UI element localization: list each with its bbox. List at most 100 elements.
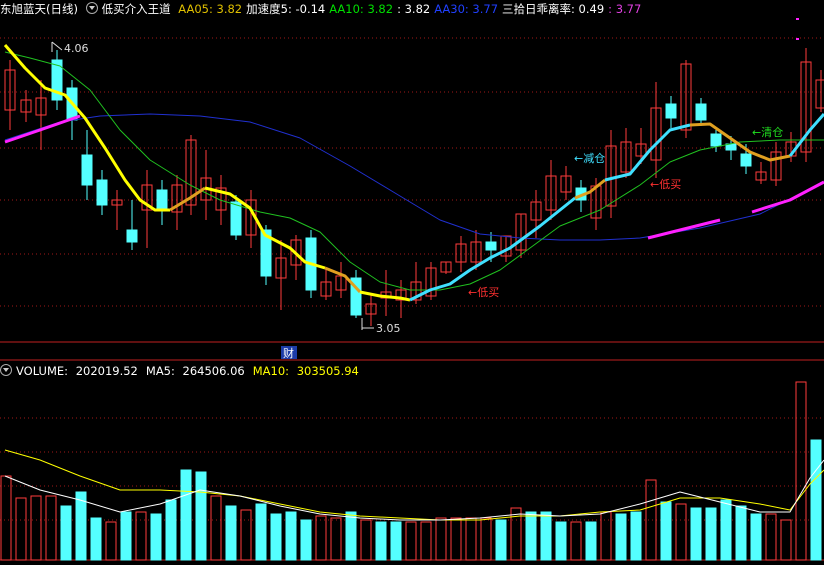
volume-bar	[765, 513, 777, 561]
main-header: 东旭蓝天(日线) 低买介入王道 AA05: 3.82 加速度5: -0.14 AA1…	[0, 0, 649, 18]
volume-bar	[795, 381, 807, 561]
candle-body	[156, 189, 168, 211]
volume-bar	[570, 521, 582, 561]
volume-bar	[60, 505, 72, 561]
volume-bar	[480, 517, 492, 561]
volume-bar	[645, 479, 657, 561]
volume-bar	[375, 521, 387, 561]
candle-body	[695, 103, 707, 121]
volume-bar	[330, 517, 342, 561]
volume-header: VOLUME: 202019.52 MA5: 264506.06 MA10: 303…	[0, 362, 363, 380]
volume-bar	[555, 521, 567, 561]
volume-bar	[615, 513, 627, 561]
indicator-name[interactable]: 低买介入王道	[102, 2, 171, 16]
volume-bar	[150, 513, 162, 561]
volume-bar	[240, 509, 252, 561]
low-buy-label: ←低买	[650, 178, 681, 191]
volume-bar	[210, 495, 222, 561]
volume-bar	[720, 499, 732, 561]
volume-bar	[690, 507, 702, 561]
volume-bar	[195, 471, 207, 561]
indicator-value-5: 三拾日乖离率: 0.49	[502, 2, 605, 16]
ma5-value: 264506.06	[182, 364, 245, 378]
volume-bar	[525, 511, 537, 561]
volume-bar	[450, 517, 462, 561]
volume-bar	[165, 499, 177, 561]
candle-body	[126, 229, 138, 243]
volume-bar	[255, 503, 267, 561]
aa05-line	[169, 186, 206, 212]
kline-chart[interactable]: 4.06 3.05 ←低买 ←低买 ←减仓 ←清仓财	[0, 0, 824, 561]
candle-body	[740, 153, 752, 167]
volume-bar	[810, 439, 822, 561]
volume-bar	[465, 517, 477, 561]
clear-label: ←清仓	[752, 125, 783, 139]
chevron-down-icon[interactable]	[85, 2, 98, 14]
volume-bar	[300, 519, 312, 561]
volume-bar	[180, 469, 192, 561]
low-price-label: 3.05	[376, 322, 401, 335]
volume-bar	[15, 497, 27, 561]
volume-bar	[390, 521, 402, 561]
volume-bar	[660, 501, 672, 561]
candle-body	[710, 133, 722, 147]
volume-bar	[135, 511, 147, 561]
magenta-segment	[4, 114, 81, 144]
magenta-segment	[751, 180, 824, 214]
volume-bar	[420, 521, 432, 561]
volume-bar	[435, 517, 447, 561]
chevron-down-icon[interactable]	[0, 364, 12, 376]
volume-value: 202019.52	[75, 364, 138, 378]
volume-label: VOLUME:	[16, 364, 72, 378]
volume-bar	[45, 495, 57, 561]
finance-badge: 财	[283, 346, 294, 360]
candle-body	[230, 201, 242, 236]
volume-bar	[780, 519, 792, 561]
volume-bar	[405, 521, 417, 561]
magenta-tick	[796, 38, 799, 40]
volume-bar	[270, 513, 282, 561]
volume-bar	[285, 511, 297, 561]
aa05-line	[359, 290, 411, 302]
volume-bar	[735, 505, 747, 561]
indicator-value-0: AA05: 3.82	[178, 2, 243, 16]
reduce-label: ←减仓	[574, 151, 605, 165]
candle-body	[81, 154, 93, 186]
ma10-value: 303505.94	[296, 364, 359, 378]
volume-bar	[105, 521, 117, 561]
volume-bar	[540, 511, 552, 561]
ma5-label: MA5:	[145, 364, 179, 378]
volume-bar	[360, 519, 372, 561]
low-buy-label: ←低买	[468, 286, 499, 299]
indicator-value-6: : 3.77	[608, 2, 642, 16]
volume-bar	[705, 507, 717, 561]
indicator-value-4: AA30: 3.77	[434, 2, 499, 16]
high-marker	[51, 41, 63, 51]
aa10-line	[4, 51, 824, 291]
volume-bar	[75, 491, 87, 561]
volume-bar	[495, 519, 507, 561]
volume-bar	[0, 475, 12, 561]
volume-bar	[90, 517, 102, 561]
candle-body	[665, 103, 677, 119]
volume-bar	[600, 511, 612, 561]
volume-bar	[120, 511, 132, 561]
candle-body	[485, 241, 497, 251]
volume-bar	[585, 521, 597, 561]
magenta-tick	[796, 18, 799, 20]
volume-bar	[30, 495, 42, 561]
volume-bar	[345, 511, 357, 561]
indicator-value-2: AA10: 3.82	[329, 2, 394, 16]
aa05-line	[604, 123, 691, 182]
volume-bar	[750, 513, 762, 561]
stock-name: 东旭蓝天(日线)	[0, 2, 78, 16]
chart-stage[interactable]: 4.06 3.05 ←低买 ←低买 ←减仓 ←清仓财 东旭蓝天(日线) 低买介入王道 AA…	[0, 0, 824, 561]
indicator-value-1: 加速度5: -0.14	[246, 2, 326, 16]
ma10-label: MA10:	[252, 364, 293, 378]
candle-body	[96, 179, 108, 206]
high-price-label: 4.06	[64, 42, 89, 55]
candle-body	[815, 79, 824, 109]
volume-bar	[675, 503, 687, 561]
aa30-line	[4, 113, 824, 241]
aa05-line	[788, 113, 824, 157]
